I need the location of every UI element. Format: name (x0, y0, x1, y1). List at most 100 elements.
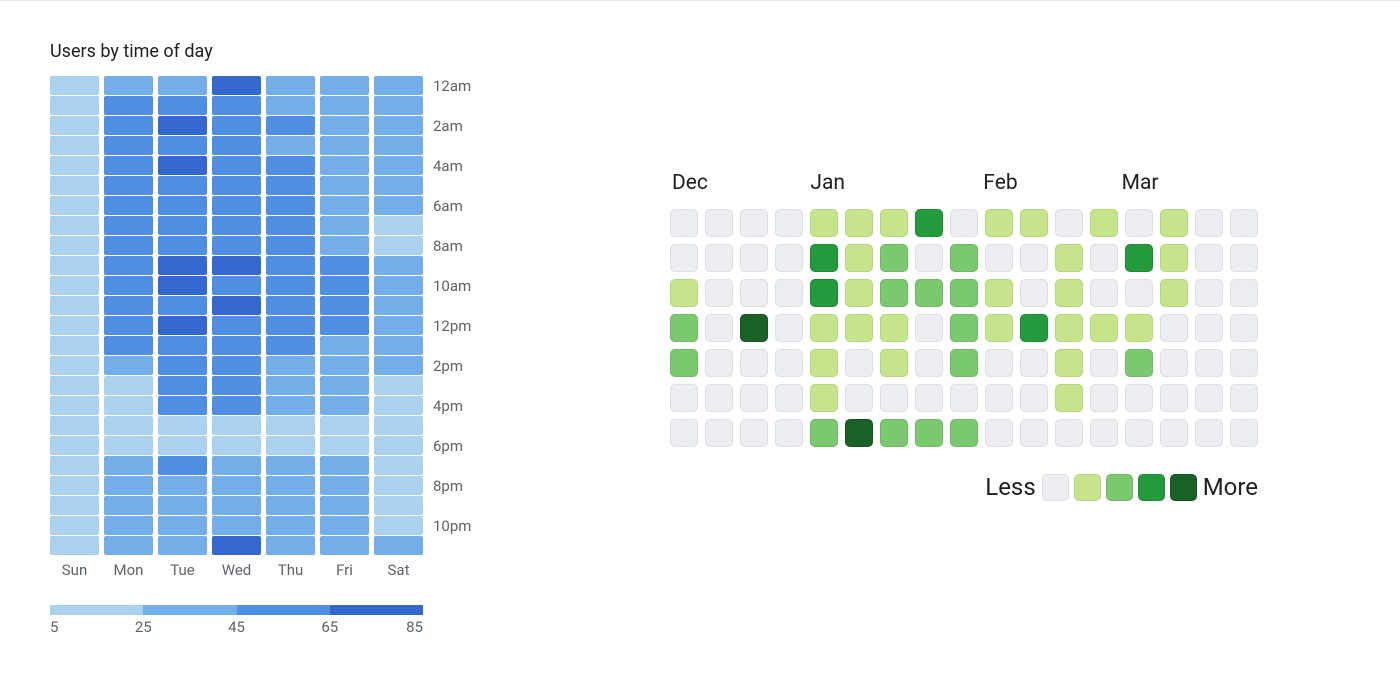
heatmap-cell (320, 516, 369, 535)
heatmap-cell (266, 356, 315, 375)
y-tick-label: 12am (433, 76, 471, 96)
heatmap-cell (320, 76, 369, 95)
heatmap-cell (104, 536, 153, 555)
calendar-column (1160, 209, 1188, 447)
heatmap-cell (374, 136, 423, 155)
calendar-cell (985, 384, 1013, 412)
y-tick-label: 4am (433, 156, 471, 176)
calendar-cell (915, 279, 943, 307)
calendar-cell (1090, 209, 1118, 237)
heatmap-cell (374, 236, 423, 255)
calendar-cell (950, 244, 978, 272)
calendar-cell (810, 244, 838, 272)
calendar-cell (985, 209, 1013, 237)
calendar-cell (1230, 419, 1258, 447)
y-tick-label: 8pm (433, 476, 471, 496)
heatmap-cell (212, 456, 261, 475)
calendar-cell (1125, 279, 1153, 307)
x-tick-label: Thu (266, 561, 315, 579)
calendar-column (1020, 209, 1048, 447)
calendar-cell (705, 314, 733, 342)
calendar-cell (915, 209, 943, 237)
heatmap-cell (50, 536, 99, 555)
calendar-column (950, 209, 978, 447)
calendar-cell (740, 209, 768, 237)
calendar-column (985, 209, 1013, 447)
heatmap-cell (158, 76, 207, 95)
calendar-cell (915, 384, 943, 412)
calendar-cell (1055, 384, 1083, 412)
heatmap-cell (50, 156, 99, 175)
heatmap-cell (158, 296, 207, 315)
calendar-cell (1125, 384, 1153, 412)
calendar-cell (1055, 314, 1083, 342)
heatmap-cell (50, 316, 99, 335)
heatmap-cell (212, 516, 261, 535)
heatmap-cell (320, 216, 369, 235)
calendar-cell (1020, 244, 1048, 272)
x-tick-label: Tue (158, 561, 207, 579)
calendar-cell (810, 209, 838, 237)
heatmap-cell (212, 336, 261, 355)
heatmap-cell (266, 236, 315, 255)
legend-less-label: Less (985, 473, 1035, 501)
heatmap-cell (266, 336, 315, 355)
heatmap-cell (212, 236, 261, 255)
heatmap-cell (266, 536, 315, 555)
heatmap-cell (212, 216, 261, 235)
calendar-cell (950, 349, 978, 377)
heatmap-cell (320, 496, 369, 515)
heatmap-cell (266, 116, 315, 135)
calendar-cell (985, 244, 1013, 272)
heatmap-cell (158, 236, 207, 255)
heatmap-cell (50, 416, 99, 435)
calendar-cell (915, 314, 943, 342)
calendar-cell (880, 349, 908, 377)
heatmap-cell (212, 176, 261, 195)
calendar-cell (880, 384, 908, 412)
month-label: Jan (810, 171, 983, 195)
heatmap-cell (104, 236, 153, 255)
y-tick-label: 4pm (433, 396, 471, 416)
heatmap-cell (50, 356, 99, 375)
heatmap-cell (158, 516, 207, 535)
calendar-cell (1230, 244, 1258, 272)
calendar-cell (670, 209, 698, 237)
heatmap-cell (374, 536, 423, 555)
month-label: Mar (1122, 171, 1260, 195)
heatmap-cell (50, 176, 99, 195)
heatmap-cell (104, 476, 153, 495)
legend-swatch (1138, 474, 1165, 501)
heatmap-cell (50, 396, 99, 415)
y-tick-label: 12pm (433, 316, 471, 336)
heatmap-cell (104, 256, 153, 275)
heatmap-cell (212, 356, 261, 375)
heatmap-cell (320, 176, 369, 195)
calendar-column (740, 209, 768, 447)
heatmap-cell (266, 316, 315, 335)
heatmap-cell (212, 96, 261, 115)
heatmap-cell (266, 436, 315, 455)
calendar-cell (1090, 244, 1118, 272)
calendar-cell (1090, 279, 1118, 307)
heatmap-cell (374, 256, 423, 275)
calendar-cell (1195, 244, 1223, 272)
calendar-column (670, 209, 698, 447)
calendar-cell (670, 279, 698, 307)
y-tick-label: 6pm (433, 436, 471, 456)
heatmap-cell (104, 196, 153, 215)
heatmap-cell (104, 176, 153, 195)
calendar-grid (670, 209, 1260, 447)
heatmap-cell (212, 76, 261, 95)
y-tick-label: 10pm (433, 516, 471, 536)
heatmap-cell (212, 436, 261, 455)
heatmap-cell (158, 356, 207, 375)
legend-swatch (1170, 474, 1197, 501)
heatmap-cell (104, 316, 153, 335)
calendar-cell (1195, 384, 1223, 412)
calendar-cell (1160, 279, 1188, 307)
heatmap-cell (212, 476, 261, 495)
heatmap-cell (266, 396, 315, 415)
heatmap-cell (104, 376, 153, 395)
calendar-cell (705, 384, 733, 412)
